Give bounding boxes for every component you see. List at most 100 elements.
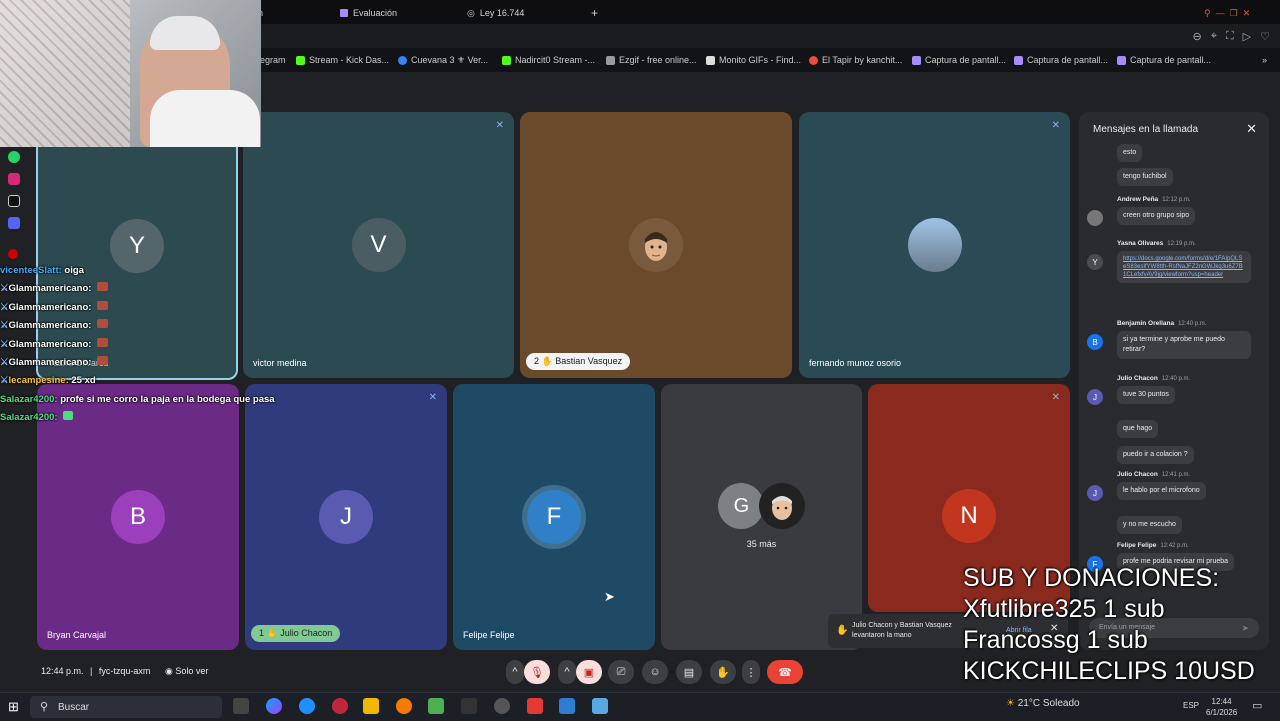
more-vert-icon: ⋮ <box>745 666 757 679</box>
edge-icon[interactable] <box>299 698 315 714</box>
chat-message: Benjamin Orellana 12:40 p.m. si ya termin… <box>1117 320 1251 359</box>
app-icon[interactable] <box>396 698 412 714</box>
bookmark[interactable]: Ezgif - free online... <box>606 52 697 68</box>
pen-icon <box>912 55 921 65</box>
file-explorer-icon[interactable] <box>363 698 379 714</box>
epic-games-icon[interactable] <box>461 698 477 714</box>
mic-options-button[interactable]: ^ <box>506 660 524 684</box>
heart-icon[interactable]: ♡ <box>1260 30 1270 43</box>
browser-tab-ley[interactable]: ◎ Ley 16.744 <box>467 4 524 22</box>
photo-avatar <box>907 218 962 272</box>
stream-chat-line: ⚔Glammamericano: <box>0 299 320 317</box>
bookmark[interactable]: El Tapir by kanchit... <box>809 52 902 68</box>
donation-entry: Francossg 1 sub <box>963 626 1148 654</box>
close-chat-icon[interactable]: ✕ <box>1246 121 1257 137</box>
bookmark[interactable]: Cuevana 3 ⚜ Ver... <box>398 52 488 68</box>
captions-button[interactable]: ▤ <box>676 660 702 684</box>
store-icon[interactable] <box>527 698 543 714</box>
app-icon[interactable] <box>592 698 608 714</box>
stream-chat-line: Salazar4200: <box>0 409 320 427</box>
participant-tile[interactable]: F Felipe Felipe <box>453 384 655 650</box>
bookmark[interactable]: Captura de pantall... <box>1117 52 1211 68</box>
avatar: F <box>527 490 581 544</box>
bookmarks-overflow-icon[interactable]: » <box>1262 52 1267 68</box>
bookmark[interactable]: egram <box>260 52 286 68</box>
app-icon[interactable] <box>428 698 444 714</box>
participant-tile[interactable]: ✕ fernando munoz osorio <box>799 112 1070 378</box>
new-tab-button[interactable]: + <box>591 4 598 22</box>
tapir-icon <box>809 55 818 65</box>
record-icon <box>8 249 18 259</box>
more-count: 35 más <box>746 539 777 549</box>
streamer-shirt <box>150 90 260 147</box>
avatar: J <box>319 490 373 544</box>
form-link[interactable]: https://docs.google.com/forms/d/e/1FAIpQ… <box>1117 251 1251 283</box>
sword-icon: ⚔ <box>0 338 9 350</box>
close-icon[interactable]: ✕ <box>1243 8 1251 19</box>
system-clock[interactable]: 12:44 6/1/2026 <box>1206 696 1237 718</box>
send-icon[interactable]: ▷ <box>1243 30 1251 43</box>
weather-widget[interactable]: ☀ 21°C Soleado <box>1006 698 1080 709</box>
reactions-button[interactable]: ☺ <box>642 660 668 684</box>
webcam-overlay <box>0 0 261 147</box>
donations-overlay: SUB Y DONACIONES: Xfutlibre325 1 sub Fra… <box>963 563 1255 687</box>
bookmark[interactable]: Captura de pantall... <box>1014 52 1108 68</box>
notifications-icon[interactable]: ▭ <box>1252 699 1262 712</box>
crop-icon[interactable]: ⛶ <box>1226 30 1234 43</box>
donations-title: SUB Y DONACIONES: <box>963 564 1220 592</box>
mic-toggle-button[interactable]: 🎙 <box>524 660 550 684</box>
bookmark[interactable]: Stream - Kick Das... <box>296 52 389 68</box>
taskbar-search[interactable]: ⚲ Buscar <box>30 696 222 718</box>
participant-name: Felipe Felipe <box>463 630 515 640</box>
participant-tile[interactable]: 2 ✋ Bastian Vasquez <box>520 112 792 378</box>
bookmark[interactable]: Nadircit0 Stream -... <box>502 52 595 68</box>
camera-options-button[interactable]: ^ <box>558 660 576 684</box>
copilot-icon[interactable] <box>266 698 282 714</box>
chat-message: y no me escucho <box>1117 512 1182 534</box>
minimize-icon[interactable]: — <box>1216 8 1225 18</box>
chat-message: Julio Chacon 12:41 p.m. le hablo por el m… <box>1117 471 1206 500</box>
maximize-icon[interactable]: ❐ <box>1230 8 1238 19</box>
emote-icon <box>63 411 74 421</box>
pin-icon[interactable]: ⌖ <box>1211 30 1217 43</box>
view-mode: Solo ver <box>175 666 209 676</box>
background-wall <box>0 0 130 147</box>
raise-hand-button[interactable]: ✋ <box>710 660 736 684</box>
sword-icon: ⚔ <box>0 356 9 368</box>
chat-message: que hago <box>1117 416 1159 438</box>
language-indicator[interactable]: ESP <box>1183 701 1199 710</box>
stream-chat-line: ⚔Glammamericano: <box>0 317 320 335</box>
streamer-hair <box>150 16 220 50</box>
search-icon[interactable]: ⚲ <box>1204 8 1211 19</box>
bookmark[interactable]: Captura de pantall... <box>912 52 1006 68</box>
window-controls[interactable]: ⚲ — ❐ ✕ <box>1204 4 1250 22</box>
zoom-icon[interactable]: ⊖ <box>1193 30 1202 43</box>
avatar <box>1087 210 1103 226</box>
app-icon[interactable] <box>559 698 575 714</box>
mic-off-icon: ✕ <box>495 120 504 131</box>
more-options-button[interactable]: ⋮ <box>742 660 760 684</box>
search-icon: ⚲ <box>40 701 49 713</box>
sword-icon: ⚔ <box>0 375 9 387</box>
whatsapp-icon <box>8 151 20 163</box>
meeting-code: fyc-tzqu-axm <box>98 666 151 676</box>
memoji-face-icon <box>645 232 667 261</box>
more-participants-tile[interactable]: G 35 más <box>661 384 862 650</box>
emote-icon <box>97 355 109 365</box>
bookmark[interactable]: Monito GIFs - Find... <box>706 52 801 68</box>
eye-icon: ◉ <box>164 666 173 676</box>
kick-icon <box>296 55 305 65</box>
end-call-button[interactable]: ☎ <box>767 660 803 684</box>
browser-tab-evaluacion[interactable]: Evaluación <box>340 4 397 22</box>
mic-off-icon: 🎙 <box>530 666 544 679</box>
emote-icon <box>97 282 109 292</box>
obs-icon[interactable] <box>494 698 510 714</box>
present-button[interactable]: ⎚ <box>608 660 634 684</box>
camera-toggle-button[interactable]: ▣ <box>576 660 602 684</box>
stream-chat-line: ⚔Glammamericano: <box>0 354 320 372</box>
windows-start-icon[interactable]: ⊞ <box>8 699 19 715</box>
tiktok-icon <box>8 195 20 207</box>
opera-icon[interactable] <box>332 698 348 714</box>
toast-text: Julio Chacon y Bastian Vasquez levantaro… <box>852 622 952 639</box>
task-view-icon[interactable] <box>233 698 249 714</box>
